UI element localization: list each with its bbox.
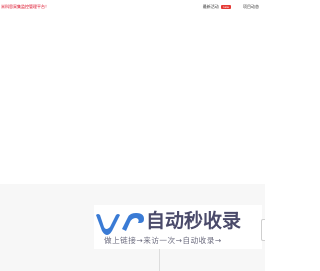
logo-mark-icon: [96, 213, 144, 235]
nav-item-label: 最新活动: [202, 4, 219, 9]
side-float-tab[interactable]: [261, 219, 265, 241]
logo-slogan: 做上链接→来访一次→自动收录→: [104, 236, 222, 245]
page: 米科思采集监控管理平台！ 最新活动 new 项目动态 自动秒收录 做上链接→来访…: [0, 0, 265, 271]
logo-title: 自动秒收录: [146, 210, 242, 232]
top-nav: 最新活动 new 项目动态: [203, 4, 259, 10]
footer-divider: [159, 249, 160, 271]
top-bar: 米科思采集监控管理平台！ 最新活动 new 项目动态: [0, 0, 265, 14]
nav-item-project-news[interactable]: 项目动态: [243, 4, 259, 10]
nav-item-latest-activity[interactable]: 最新活动 new: [203, 4, 231, 10]
site-link[interactable]: 米科思采集监控管理平台！: [1, 4, 49, 10]
nav-item-label: 项目动态: [243, 4, 259, 9]
new-badge: new: [220, 5, 231, 9]
logo-block[interactable]: 自动秒收录 做上链接→来访一次→自动收录→: [94, 205, 262, 249]
